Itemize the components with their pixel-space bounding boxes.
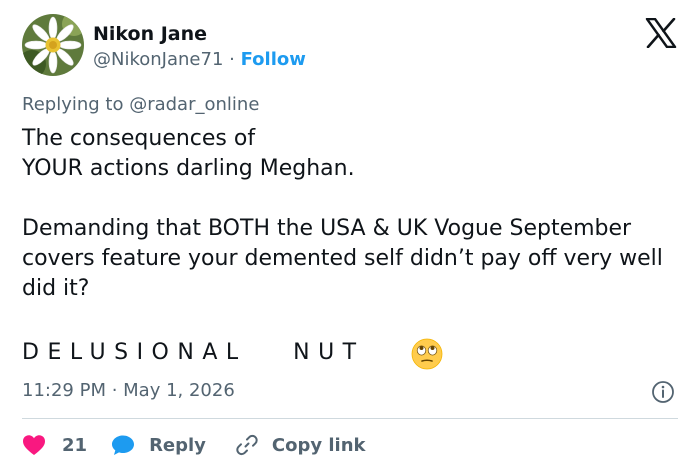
- face-with-rolling-eyes-icon: [411, 338, 443, 370]
- tweet-timestamp[interactable]: 11:29 PM · May 1, 2026: [22, 380, 235, 401]
- reply-button[interactable]: Reply: [111, 434, 206, 456]
- heart-icon: [23, 435, 45, 455]
- tweet-shout-text: DELUSIONAL NUT: [22, 340, 365, 365]
- replying-to: Replying to @radar_online: [22, 94, 259, 115]
- user-handle[interactable]: @NikonJane71: [93, 49, 223, 70]
- follow-button[interactable]: Follow: [241, 49, 306, 70]
- tweet-line-1: The consequences of: [22, 126, 256, 151]
- link-icon: [236, 434, 258, 456]
- display-name[interactable]: Nikon Jane: [93, 23, 207, 45]
- avatar[interactable]: [22, 14, 84, 76]
- tweet-paragraph-2: Demanding that BOTH the USA & UK Vogue S…: [22, 216, 663, 301]
- tweet-text: The consequences of YOUR actions darling…: [22, 124, 682, 304]
- reply-mention-link[interactable]: @radar_online: [129, 94, 259, 115]
- info-icon[interactable]: [651, 380, 675, 404]
- daisy-avatar-image: [22, 14, 84, 76]
- copy-link-label: Copy link: [271, 434, 366, 456]
- reply-label: Reply: [149, 434, 206, 456]
- reply-bubble-icon: [112, 435, 135, 455]
- replying-to-prefix: Replying to: [22, 94, 130, 115]
- copy-link-button[interactable]: Copy link: [236, 434, 366, 456]
- separator-dot: ·: [229, 49, 235, 70]
- like-count: 21: [62, 434, 88, 456]
- tweet-line-2: YOUR actions darling Meghan.: [22, 156, 355, 181]
- divider: [22, 418, 678, 419]
- x-logo-icon[interactable]: [645, 18, 677, 48]
- action-bar: 21 Reply Copy link: [22, 431, 366, 459]
- handle-row: @NikonJane71 · Follow: [93, 49, 306, 70]
- like-button[interactable]: 21: [22, 434, 87, 456]
